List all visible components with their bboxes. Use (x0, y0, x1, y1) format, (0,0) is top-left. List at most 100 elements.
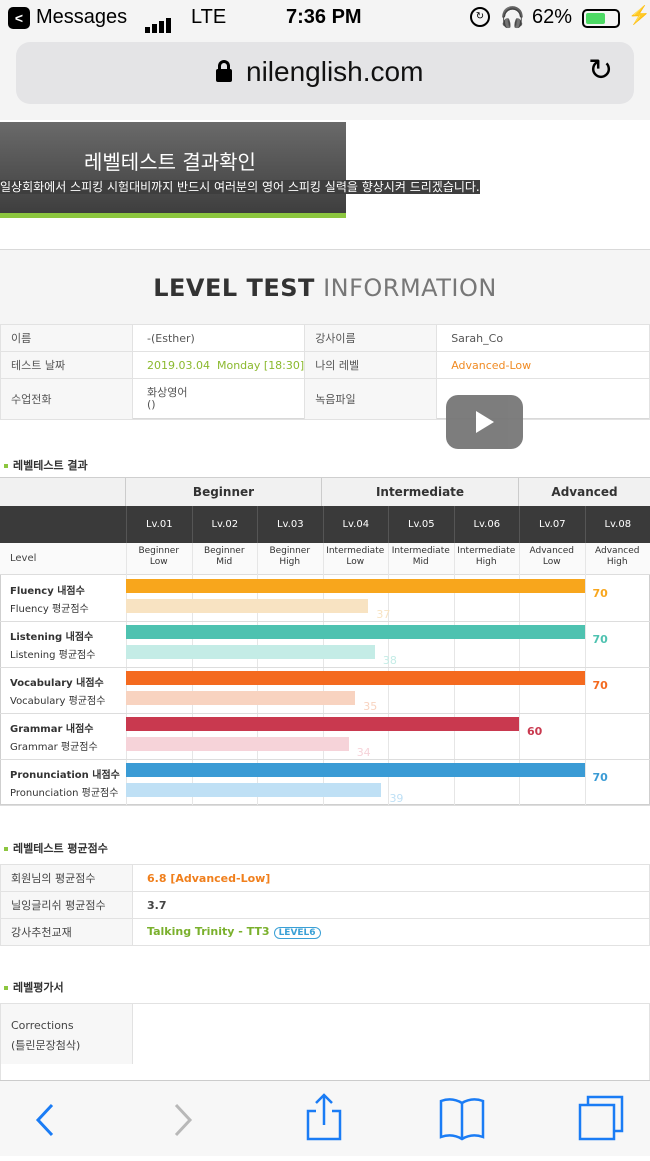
avg-score-value: 35 (363, 700, 377, 713)
level-header-2: Lv.02 (192, 506, 258, 543)
score-row-divider (0, 621, 650, 622)
level-desc-4: IntermediateLow (323, 546, 389, 574)
reload-icon[interactable]: ↻ (588, 56, 613, 86)
mylevel-value: Advanced-Low (437, 352, 650, 379)
score-row-divider (0, 713, 650, 714)
lock-icon (216, 60, 232, 82)
avg-score-value: 37 (376, 608, 390, 621)
recording-label: 녹음파일 (305, 379, 437, 420)
status-bar: < Messages LTE 7:36 PM ↻ 🎧 62% ⚡ (0, 0, 650, 36)
score-row-divider (0, 805, 650, 806)
level-header-6: Lv.06 (454, 506, 520, 543)
evaluation-section-title: 레벨평가서 (4, 979, 64, 995)
member-avg-value: 6.8 [Advanced-Low] (133, 865, 650, 892)
evaluation-box: Corrections(틀린문장첨삭) (0, 1003, 650, 1083)
forward-icon[interactable] (152, 1081, 212, 1157)
group-advanced: Advanced (519, 478, 650, 506)
my-score-bar (126, 717, 519, 731)
level-row-label: Level (10, 553, 36, 564)
address-bar[interactable]: nilenglish.com ↻ (16, 42, 634, 104)
level-desc-6: IntermediateHigh (454, 546, 520, 574)
score-row-divider (0, 667, 650, 668)
level-desc-2: BeginnerMid (192, 546, 258, 574)
teacher-value: Sarah_Co (437, 325, 650, 352)
avg-score-label: Vocabulary 평균점수 (10, 692, 105, 707)
level-desc-8: AdvancedHigh (585, 546, 650, 574)
browser-chrome: nilenglish.com ↻ (0, 36, 650, 120)
avg-score-bar (126, 691, 355, 705)
avg-score-label: Grammar 평균점수 (10, 738, 98, 753)
level-header-5: Lv.05 (388, 506, 454, 543)
book-cell: Talking Trinity - TT3 LEVEL6 (133, 919, 650, 946)
my-score-label: Listening 내점수 (10, 628, 93, 643)
avg-score-bar (126, 599, 368, 613)
my-score-bar (126, 625, 585, 639)
play-recording-button[interactable] (446, 395, 523, 449)
page-subtitle: 일상회화에서 스피킹 시험대비까지 반드시 여러분의 영어 스피킹 실력을 향상… (0, 178, 480, 195)
avg-score-bar (126, 737, 349, 751)
bookmarks-icon[interactable] (432, 1081, 492, 1157)
my-score-value: 70 (593, 633, 608, 646)
tabs-icon[interactable] (572, 1081, 632, 1157)
my-score-value: 70 (593, 771, 608, 784)
average-table: 회원님의 평균점수 6.8 [Advanced-Low] 닐잉글리쉬 평균점수 … (0, 864, 650, 946)
level-header-8: Lv.08 (585, 506, 650, 543)
my-score-bar (126, 579, 585, 593)
browser-toolbar (0, 1080, 650, 1156)
info-table: 이름 -(Esther) 강사이름 Sarah_Co 테스트 날짜 2019.0… (0, 324, 650, 420)
avg-score-bar (126, 645, 375, 659)
signal-icon (145, 10, 173, 33)
avg-score-label: Pronunciation 평균점수 (10, 784, 118, 799)
my-score-label: Pronunciation 내점수 (10, 766, 120, 781)
my-score-value: 70 (593, 679, 608, 692)
avg-score-value: 39 (389, 792, 403, 805)
average-section-title: 레벨테스트 평균점수 (4, 840, 108, 856)
rotation-lock-icon: ↻ (470, 7, 490, 27)
back-icon[interactable] (8, 1081, 68, 1157)
class-value: 화상영어() (133, 379, 305, 420)
nil-avg-value: 3.7 (133, 892, 650, 919)
avg-score-label: Listening 평균점수 (10, 646, 95, 661)
info-heading: LEVEL TEST INFORMATION (0, 250, 650, 324)
back-to-app-icon[interactable]: < (8, 7, 30, 29)
avg-score-value: 38 (383, 654, 397, 667)
my-score-label: Fluency 내점수 (10, 582, 85, 597)
class-label: 수업전화 (1, 379, 133, 420)
date-value: 2019.03.04 Monday [18:30] (133, 352, 305, 379)
play-icon (476, 411, 494, 433)
level-desc-5: IntermediateMid (388, 546, 454, 574)
my-score-value: 60 (527, 725, 542, 738)
back-to-app-label[interactable]: Messages (36, 6, 127, 29)
book-value[interactable]: Talking Trinity - TT3 (147, 925, 270, 938)
my-score-label: Grammar 내점수 (10, 720, 94, 735)
charging-icon: ⚡ (628, 5, 650, 26)
battery-percent: 62% (532, 6, 572, 29)
clock: 7:36 PM (286, 6, 362, 29)
network-type: LTE (191, 6, 226, 29)
date-label: 테스트 날짜 (1, 352, 133, 379)
level-header-4: Lv.04 (323, 506, 389, 543)
level-header-1: Lv.01 (126, 506, 192, 543)
nil-avg-label: 닐잉글리쉬 평균점수 (1, 892, 133, 919)
avg-score-value: 34 (357, 746, 371, 759)
headphones-icon: 🎧 (500, 5, 525, 30)
teacher-label: 강사이름 (305, 325, 437, 352)
my-score-label: Vocabulary 내점수 (10, 674, 104, 689)
book-label: 강사추천교재 (1, 919, 133, 946)
score-row-divider (0, 759, 650, 760)
level-header-3: Lv.03 (257, 506, 323, 543)
level-desc-1: BeginnerLow (126, 546, 192, 574)
battery-icon (582, 9, 620, 28)
url-text[interactable]: nilenglish.com (246, 56, 423, 88)
result-section-title: 레벨테스트 결과 (4, 457, 88, 473)
my-score-bar (126, 671, 585, 685)
avg-score-bar (126, 783, 381, 797)
level-desc-3: BeginnerHigh (257, 546, 323, 574)
name-value: -(Esther) (133, 325, 305, 352)
mylevel-label: 나의 레벨 (305, 352, 437, 379)
level-desc-7: AdvancedLow (519, 546, 585, 574)
grid-line (585, 543, 586, 805)
level-badge: LEVEL6 (274, 927, 321, 939)
corrections-label: Corrections(틀린문장첨삭) (1, 1004, 133, 1064)
share-icon[interactable] (294, 1081, 354, 1157)
